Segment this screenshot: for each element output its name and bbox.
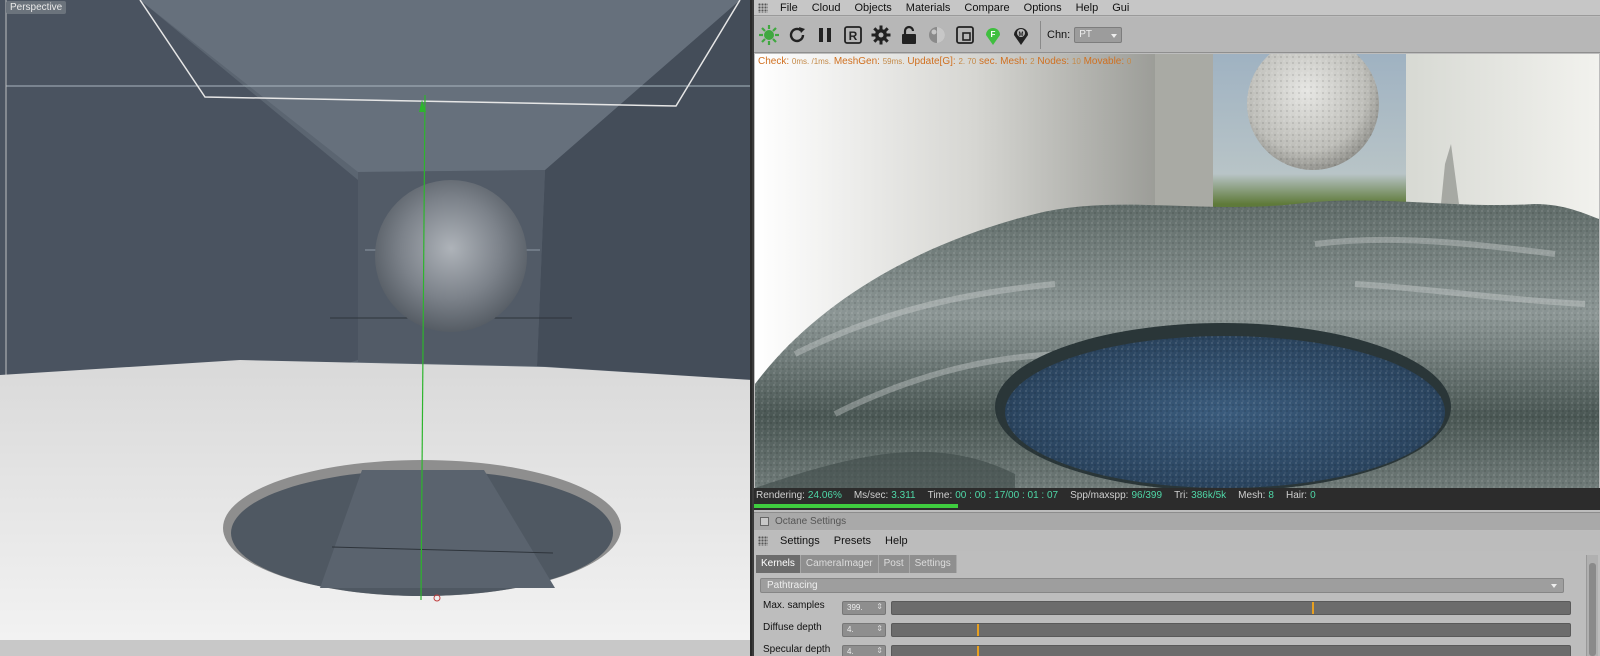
- tri-label: Tri:: [1174, 489, 1189, 501]
- octane-settings-header[interactable]: Octane Settings: [754, 512, 1600, 530]
- send-scene-icon[interactable]: [756, 22, 782, 48]
- diffuse-depth-input[interactable]: 4.: [842, 623, 886, 637]
- material-pick-icon[interactable]: M: [1008, 22, 1034, 48]
- viewport-frame-icon[interactable]: [952, 22, 978, 48]
- settings-scrollbar[interactable]: [1586, 555, 1598, 656]
- hair-label: Hair:: [1285, 489, 1308, 501]
- settings-tabs: Kernels CameraImager Post Settings: [756, 555, 957, 573]
- spp-value: 96/399: [1131, 489, 1163, 501]
- render-progress-fill: [754, 504, 958, 508]
- slider-knob[interactable]: [976, 624, 979, 636]
- time-label: Time:: [927, 489, 953, 501]
- svg-text:M: M: [1019, 32, 1024, 38]
- octane-settings-checkbox[interactable]: [760, 517, 769, 526]
- meshgen-label: MeshGen:: [833, 56, 880, 67]
- mesh-count-label: Mesh:: [1238, 489, 1266, 501]
- tab-cameraimager[interactable]: CameraImager: [800, 555, 879, 573]
- slider-knob[interactable]: [976, 646, 979, 656]
- octane-settings-title: Octane Settings: [775, 516, 847, 527]
- mssec-label: Ms/sec:: [853, 489, 889, 501]
- settings-menu-bar: Settings Presets Help: [754, 531, 1600, 551]
- scrollbar-thumb[interactable]: [1589, 563, 1596, 656]
- slider-knob[interactable]: [1312, 602, 1315, 614]
- menu-objects[interactable]: Objects: [848, 2, 899, 14]
- menu-settings[interactable]: Settings: [774, 535, 828, 547]
- tri-value: 386k/5k: [1191, 489, 1227, 501]
- menu-file[interactable]: File: [774, 2, 806, 14]
- svg-text:F: F: [991, 30, 996, 39]
- rendering-label: Rendering:: [756, 489, 805, 501]
- render-stats: Check: 0ms. /1ms. MeshGen: 59ms. Update[…: [758, 56, 1131, 67]
- lock-icon[interactable]: [896, 22, 922, 48]
- mesh-count-value: 8: [1268, 489, 1274, 501]
- focus-pick-icon[interactable]: F: [980, 22, 1006, 48]
- menu-cloud[interactable]: Cloud: [806, 2, 849, 14]
- svg-text:R: R: [849, 29, 858, 43]
- render-view[interactable]: Check: 0ms. /1ms. MeshGen: 59ms. Update[…: [755, 54, 1599, 488]
- check-value: 0ms. /1ms.: [791, 57, 832, 66]
- restart-icon[interactable]: [784, 22, 810, 48]
- specular-depth-slider[interactable]: [891, 645, 1571, 656]
- param-diffuse-depth: Diffuse depth 4.: [754, 620, 1600, 640]
- nodes-label: Nodes:: [1037, 56, 1070, 67]
- menu-options[interactable]: Options: [1018, 2, 1070, 14]
- hair-value: 0: [1310, 489, 1316, 501]
- grip-handle-icon[interactable]: [758, 536, 768, 546]
- render-progress-bar: [754, 502, 1600, 510]
- settings-gear-icon[interactable]: [868, 22, 894, 48]
- sphere-object[interactable]: [375, 180, 527, 332]
- viewport-label[interactable]: Perspective: [6, 1, 67, 14]
- menu-gui[interactable]: Gui: [1106, 2, 1137, 14]
- status-bar: Rendering: 24.06% Ms/sec: 3.311 Time: 00 : …: [754, 488, 1600, 502]
- mesh-label: Mesh:: [1000, 56, 1028, 67]
- param-max-samples: Max. samples 399.: [754, 598, 1600, 618]
- toolbar-separator: [1040, 20, 1041, 49]
- pause-icon[interactable]: [812, 22, 838, 48]
- meshgen-value: 59ms.: [882, 57, 905, 66]
- tab-post[interactable]: Post: [878, 555, 910, 573]
- param-specular-depth: Specular depth 4.: [754, 642, 1600, 656]
- movable-value: 0: [1126, 57, 1132, 66]
- time-value: 00 : 00 : 17/00 : 01 : 07: [955, 489, 1059, 501]
- tab-kernels[interactable]: Kernels: [756, 555, 801, 573]
- menu-bar: File Cloud Objects Materials Compare Opt…: [754, 0, 1600, 16]
- param-label: Specular depth: [763, 644, 831, 655]
- diffuse-depth-slider[interactable]: [891, 623, 1571, 637]
- channel-label: Chn:: [1047, 28, 1071, 41]
- mssec-value: 3.311: [891, 489, 916, 501]
- max-samples-slider[interactable]: [891, 601, 1571, 615]
- update-value: 2. 70: [958, 57, 977, 66]
- movable-label: Movable:: [1083, 56, 1125, 67]
- render-image: [755, 54, 1599, 488]
- menu-settings-help[interactable]: Help: [879, 535, 916, 547]
- check-label: Check:: [758, 56, 790, 67]
- nodes-value: 10: [1071, 57, 1081, 66]
- menu-presets[interactable]: Presets: [828, 535, 879, 547]
- channel-select[interactable]: PT: [1074, 26, 1123, 43]
- viewport-scene: [0, 0, 750, 656]
- perspective-viewport[interactable]: Perspective: [0, 0, 752, 656]
- menu-compare[interactable]: Compare: [958, 2, 1017, 14]
- update-label: Update[G]:: [907, 56, 956, 67]
- grip-handle-icon[interactable]: [758, 2, 768, 13]
- region-render-icon[interactable]: R: [840, 22, 866, 48]
- spp-label: Spp/maxspp:: [1070, 489, 1129, 501]
- rendering-value: 24.06%: [807, 489, 842, 501]
- sec-label: sec.: [979, 56, 998, 67]
- app-window: Perspective File Cloud Objects Materials…: [0, 0, 1600, 656]
- toolbar: R F M Chn: PT: [754, 17, 1600, 53]
- mesh-value: 2: [1030, 57, 1035, 66]
- channel-select-value: PT: [1079, 29, 1093, 40]
- material-ball-icon[interactable]: [924, 22, 950, 48]
- specular-depth-input[interactable]: 4.: [842, 645, 886, 656]
- param-label: Diffuse depth: [763, 622, 822, 633]
- menu-materials[interactable]: Materials: [900, 2, 959, 14]
- octane-live-viewer: File Cloud Objects Materials Compare Opt…: [754, 0, 1600, 656]
- menu-help[interactable]: Help: [1070, 2, 1107, 14]
- param-label: Max. samples: [763, 600, 825, 611]
- tab-settings[interactable]: Settings: [909, 555, 957, 573]
- kernel-select[interactable]: Pathtracing: [760, 578, 1564, 593]
- max-samples-input[interactable]: 399.: [842, 601, 886, 615]
